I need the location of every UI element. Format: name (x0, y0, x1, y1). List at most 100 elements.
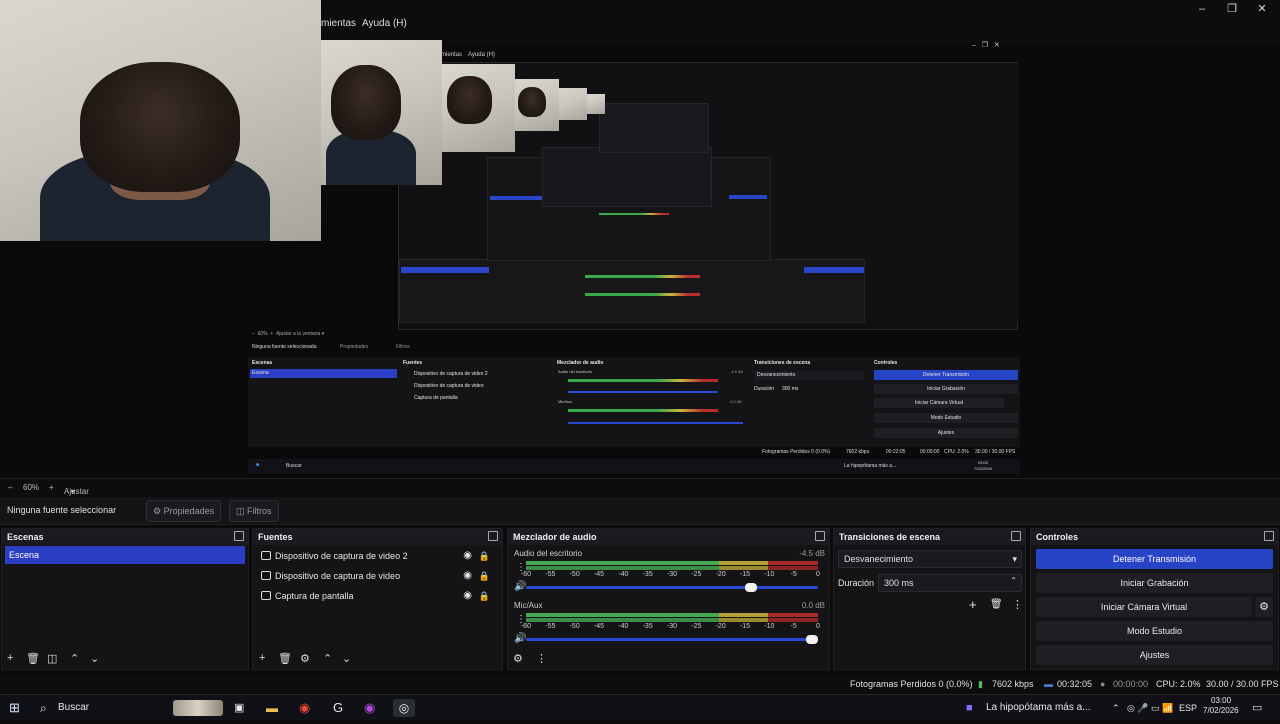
move-up-icon[interactable]: ⌃ (323, 652, 332, 665)
gear-icon[interactable]: ⚙ (1255, 597, 1273, 617)
add-icon[interactable]: + (969, 597, 977, 612)
move-up-icon[interactable]: ⌃ (70, 652, 79, 665)
kebab-menu-icon[interactable]: ⋮ (1012, 598, 1023, 611)
dock-float-icon[interactable] (1264, 531, 1274, 541)
discord-icon[interactable]: ◉ (364, 699, 375, 717)
source-name: Captura de pantalla (275, 591, 354, 601)
menu-item-tools[interactable]: mientas (321, 18, 356, 29)
volume-slider-mic[interactable] (526, 635, 818, 644)
dock-float-icon[interactable] (815, 531, 825, 541)
move-down-icon[interactable]: ⌄ (342, 652, 351, 665)
language-indicator[interactable]: ESP (1179, 699, 1197, 717)
inner-slider-mic (568, 422, 743, 424)
dock-float-icon[interactable] (234, 531, 244, 541)
clock-date[interactable]: 7/02/2026 (1203, 706, 1239, 724)
windows-start-icon[interactable]: ⊞ (9, 699, 20, 717)
studio-mode-button[interactable]: Modo Estudio (1036, 621, 1273, 641)
gear-icon[interactable]: ⚙ (300, 652, 310, 665)
preview-canvas[interactable]: mientas Ayuda (H) – ❐ ✕ – 60% + Ajustar … (0, 0, 1280, 478)
transitions-header: Transiciones de escena (834, 529, 1025, 545)
start-virtual-camera-button[interactable]: Iniciar Cámara Virtual (1036, 597, 1252, 617)
trash-icon[interactable]: 🗑 (278, 652, 292, 665)
close-icon[interactable]: ✕ (1248, 2, 1276, 16)
lock-icon[interactable]: 🔒 (479, 567, 490, 585)
inner-status-rec: 00:00:00 (920, 449, 940, 455)
gear-icon[interactable]: ⚙ (513, 652, 523, 665)
start-recording-button[interactable]: Iniciar Grabación (1036, 573, 1273, 593)
volume-slider-desktop[interactable] (526, 583, 818, 592)
trash-icon[interactable]: 🗑 (990, 599, 1003, 610)
webcam-feed-5 (559, 88, 587, 120)
slider-knob[interactable] (744, 583, 757, 592)
spin-arrows-icon[interactable]: ⌃ (1010, 573, 1017, 589)
menu-item-help[interactable]: Ayuda (H) (362, 18, 407, 29)
nested-obs-4 (599, 103, 709, 153)
move-down-icon[interactable]: ⌄ (90, 652, 99, 665)
scenes-toolbar: + 🗑 ◫ ⌃ ⌄ (2, 649, 248, 669)
nested-stream-2 (729, 195, 767, 199)
inner-mixer-mic-db: 0.0 dB (730, 399, 742, 404)
notifications-icon[interactable]: ▭ (1252, 699, 1262, 717)
zoom-in-button[interactable]: + (49, 483, 54, 492)
task-view-icon[interactable]: ▣ (234, 699, 244, 717)
settings-button[interactable]: Ajustes (1036, 645, 1273, 665)
eye-icon[interactable]: ◉ (463, 587, 472, 605)
inner-status-stream: 00:22:05 (886, 449, 906, 455)
dock-float-icon[interactable] (1011, 531, 1021, 541)
eye-icon[interactable]: ◉ (463, 567, 472, 585)
lock-icon[interactable]: 🔒 (479, 547, 490, 565)
inner-status-cpu: CPU: 2.0% (944, 449, 969, 455)
duration-spinbox[interactable]: 300 ms ⌃ (878, 574, 1022, 592)
kebab-menu-icon[interactable]: ⋮ (536, 652, 547, 665)
app-icon[interactable]: G (333, 699, 343, 717)
meter-tick-label: -50 (569, 571, 580, 578)
nested-stream-1 (804, 267, 864, 273)
notification-text[interactable]: La hipopótama más a... (986, 699, 1091, 717)
obs-icon[interactable]: ◎ (393, 699, 415, 717)
speaker-icon[interactable]: 🔊 (514, 633, 526, 644)
transition-select[interactable]: Desvanecimiento ▾ (838, 550, 1022, 568)
source-item[interactable]: Captura de pantalla ◉ 🔒 (259, 587, 494, 605)
inner-scenes-title: Escenas (252, 360, 273, 366)
source-item[interactable]: Dispositivo de captura de video 2 ◉ 🔒 (259, 547, 494, 565)
speaker-icon[interactable]: 🔊 (514, 581, 526, 592)
source-item[interactable]: Dispositivo de captura de video ◉ 🔒 (259, 567, 494, 585)
dock-float-icon[interactable] (488, 531, 498, 541)
file-explorer-icon[interactable]: ▬ (266, 699, 278, 717)
taskbar-search[interactable]: Buscar (58, 699, 89, 717)
chrome-icon[interactable]: ◉ (299, 699, 310, 717)
volume-meter-desktop (526, 561, 818, 571)
slider-knob[interactable] (806, 635, 818, 644)
inner-window-controls: – ❐ ✕ (972, 42, 1000, 49)
tray-chevron-icon[interactable]: ⌃ (1112, 699, 1120, 717)
mixer-channel-db: -4.5 dB (799, 549, 825, 558)
stop-stream-button[interactable]: Detener Transmisión (1036, 549, 1273, 569)
scene-item[interactable]: Escena (5, 546, 245, 564)
fit-dropdown[interactable]: Ajustar a la ventana ▾ (64, 483, 92, 514)
tray-icons[interactable]: ◎ 🎤 ▭ 📶 (1127, 699, 1173, 717)
zoom-out-button[interactable]: – (8, 483, 12, 492)
lock-icon[interactable]: 🔒 (479, 587, 490, 605)
add-icon[interactable]: + (7, 652, 13, 664)
controls-header: Controles (1031, 529, 1278, 545)
meter-tick-label: 0 (816, 571, 820, 578)
filter-icon[interactable]: ◫ (47, 652, 57, 665)
properties-button[interactable]: ⚙ Propiedades (146, 500, 222, 522)
maximize-icon[interactable]: ❐ (1218, 2, 1246, 16)
minimize-icon[interactable]: – (1188, 2, 1216, 16)
inner-status-kbps: 7602 kbps (846, 449, 870, 455)
transitions-dock: Transiciones de escena Desvanecimiento ▾… (833, 528, 1026, 670)
meter-tick-label: -15 (739, 571, 751, 578)
meter-tick-label: -40 (618, 571, 629, 578)
eye-icon[interactable]: ◉ (463, 547, 472, 565)
add-icon[interactable]: + (259, 652, 265, 664)
meter-tick-label: -10 (764, 571, 775, 578)
search-icon[interactable]: ⌕ (40, 699, 47, 717)
inner-taskbar: ■ Buscar La hipopótama más a... 03:00 7/… (248, 459, 1020, 474)
filters-button[interactable]: ◫ Filtros (229, 500, 279, 522)
chevron-down-icon: ▾ (1012, 554, 1017, 564)
inner-duration-value: 300 ms (782, 386, 799, 392)
inner-duration-label: Duración (754, 386, 775, 392)
trash-icon[interactable]: 🗑 (26, 652, 40, 665)
source-name: Dispositivo de captura de video (275, 571, 401, 581)
